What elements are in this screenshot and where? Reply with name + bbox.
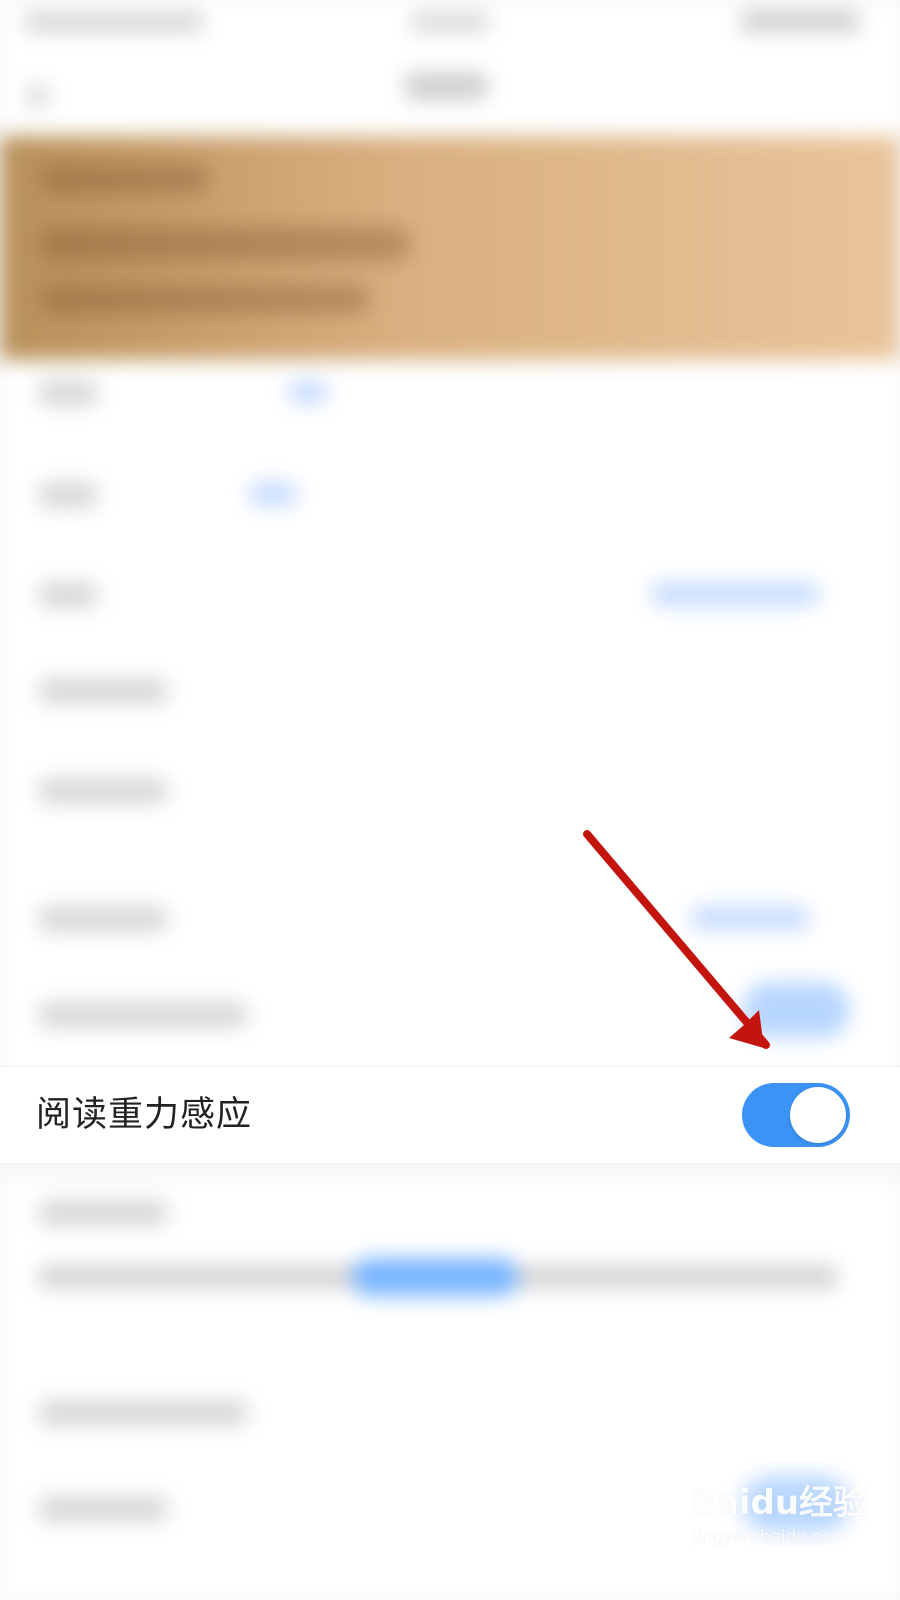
baidu-jingyan-watermark: Baidu经验 [690, 1483, 868, 1523]
setting-row-label [38, 1400, 248, 1426]
setting-row-accent [650, 582, 820, 606]
setting-row-accent [690, 906, 810, 930]
watermark-url: jingyan.baidu.com [692, 1527, 849, 1547]
setting-row-label [38, 482, 98, 508]
setting-row-label [38, 678, 168, 704]
setting-row-gravity-sensor[interactable]: 阅读重力感应 [0, 1066, 900, 1164]
setting-row-label [38, 906, 168, 932]
setting-row-label [38, 1496, 168, 1522]
setting-label: 阅读重力感应 [36, 1095, 253, 1135]
settings-list [0, 360, 900, 1080]
setting-row-label [38, 582, 98, 608]
status-bar [0, 0, 900, 50]
gravity-sensor-toggle[interactable] [742, 1083, 850, 1147]
status-time-placeholder [24, 12, 204, 32]
back-icon[interactable] [26, 84, 50, 108]
promo-line [40, 226, 410, 262]
page-title-placeholder [404, 72, 488, 100]
toggle-knob [790, 1087, 846, 1143]
promo-line [40, 284, 370, 314]
setting-row-label [38, 380, 98, 406]
setting-row-label [38, 1002, 248, 1028]
setting-row-accent [248, 482, 298, 506]
setting-row-label [38, 1200, 168, 1226]
promo-banner[interactable] [0, 136, 900, 360]
status-icons-placeholder [740, 10, 860, 32]
setting-row-label [38, 778, 168, 804]
screen: 阅读重力感应 Baidu经验 jingyan.baidu.com [0, 0, 900, 1600]
toggle-placeholder [742, 982, 850, 1038]
setting-row-accent [288, 380, 328, 404]
status-center-placeholder [410, 12, 490, 32]
blurred-background [0, 0, 900, 1600]
promo-line [40, 164, 210, 194]
navigation-bar [0, 50, 900, 136]
slider-thumb-placeholder [352, 1258, 518, 1296]
